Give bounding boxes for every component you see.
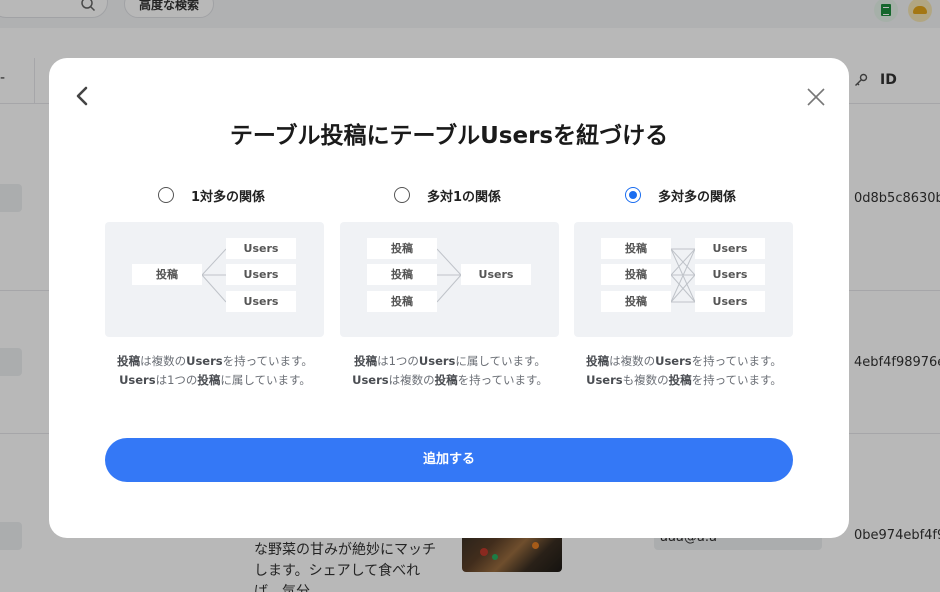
option-label: 1対多の関係 [191,189,266,205]
radio-many-to-one[interactable] [394,187,410,203]
description-line: Usersも複数の投稿を持っています。 [586,373,782,387]
close-icon[interactable] [805,86,827,108]
diagram-box-posts: 投稿 [367,238,437,259]
option-label: 多対1の関係 [427,189,502,205]
diagram-box-users: Users [226,291,296,312]
diagram-box-users: Users [226,238,296,259]
diagram-box-posts: 投稿 [601,264,671,285]
diagram-box-users: Users [695,264,765,285]
diagram-box-posts: 投稿 [601,291,671,312]
radio-one-to-many[interactable] [158,187,174,203]
diagram-many-to-one[interactable]: 投稿 投稿 投稿 Users [340,222,559,337]
description-line: Usersは複数の投稿を持っています。 [352,373,548,387]
description-line: 投稿は複数のUsersを持っています。 [586,354,782,368]
back-arrow-icon[interactable] [71,84,95,108]
diagram-box-users: Users [695,238,765,259]
diagram-box-users: Users [461,264,531,285]
diagram-one-to-many[interactable]: 投稿 Users Users Users [105,222,324,337]
description-one-to-many: 投稿は複数のUsersを持っています。 Usersは1つの投稿に属しています。 [95,352,335,390]
description-many-to-many: 投稿は複数のUsersを持っています。 Usersも複数の投稿を持っています。 [564,352,804,390]
relation-modal: テーブル投稿にテーブルUsersを紐づける 1対多の関係 多対1の関係 多対多の… [49,58,849,538]
add-button[interactable]: 追加する [105,438,793,482]
diagram-box-users: Users [226,264,296,285]
description-line: 投稿は複数のUsersを持っています。 [117,354,313,368]
diagram-box-users: Users [695,291,765,312]
diagram-many-to-many[interactable]: 投稿 投稿 投稿 Users Users Users [574,222,793,337]
description-line: 投稿は1つのUsersに属しています。 [354,354,546,368]
diagram-box-posts: 投稿 [367,264,437,285]
description-many-to-one: 投稿は1つのUsersに属しています。 Usersは複数の投稿を持っています。 [330,352,570,390]
diagram-box-posts: 投稿 [132,264,202,285]
diagram-box-posts: 投稿 [601,238,671,259]
description-line: Usersは1つの投稿に属しています。 [119,373,311,387]
option-one-to-many[interactable]: 1対多の関係 [158,184,265,206]
option-label: 多対多の関係 [658,189,737,205]
modal-title: テーブル投稿にテーブルUsersを紐づける [229,123,669,149]
option-many-to-one[interactable]: 多対1の関係 [394,184,501,206]
radio-many-to-many[interactable] [625,187,641,203]
option-many-to-many[interactable]: 多対多の関係 [625,184,736,206]
diagram-box-posts: 投稿 [367,291,437,312]
